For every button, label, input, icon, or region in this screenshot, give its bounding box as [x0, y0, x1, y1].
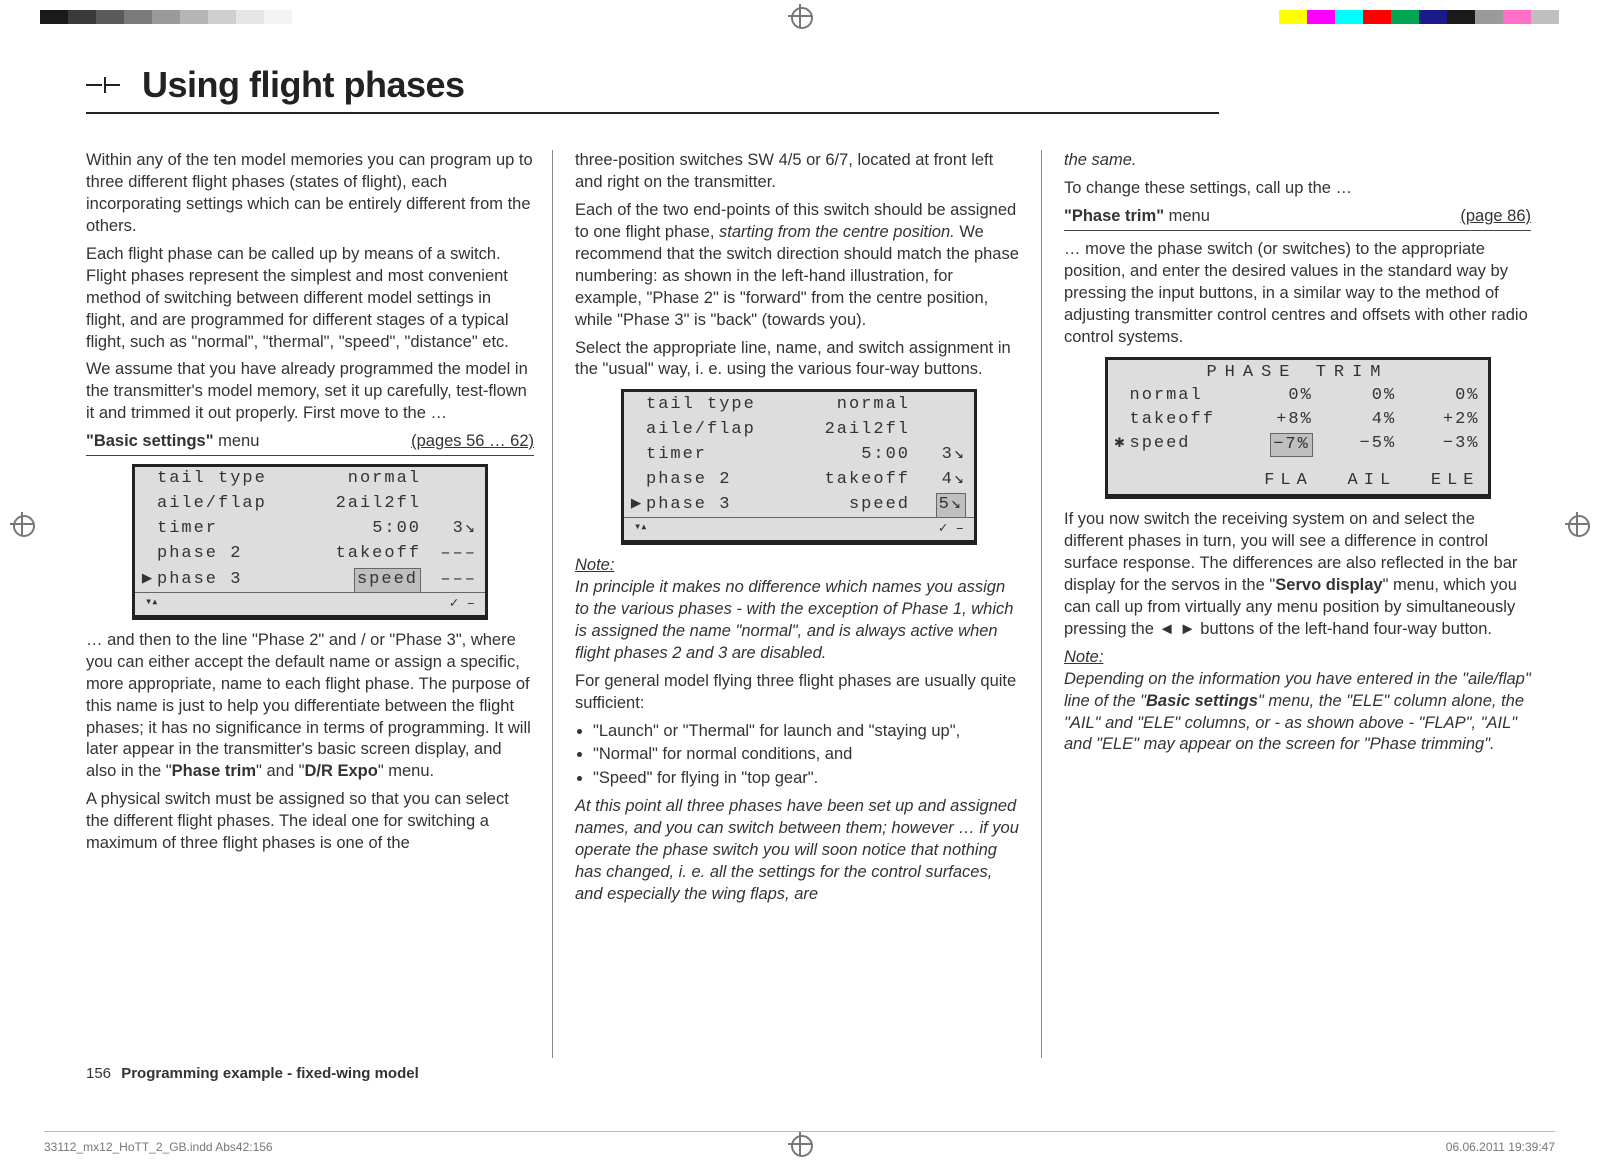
lcd-row: tail typenormal	[624, 392, 974, 417]
lcd-footer: FLAAILELE	[1108, 456, 1488, 495]
lcd-screen-phases-switched: tail typenormalaile/flap2ail2fltimer5:00…	[621, 389, 977, 545]
colorbar-left	[40, 10, 320, 24]
column-1: Within any of the ten model memories you…	[86, 150, 553, 1058]
swatch	[1447, 10, 1475, 24]
paragraph: … move the phase switch (or switches) to…	[1064, 239, 1531, 349]
swatch	[1531, 10, 1559, 24]
print-timestamp: 06.06.2011 19:39:47	[1446, 1140, 1555, 1154]
note: Note: In principle it makes no differenc…	[575, 555, 1023, 665]
menu-ref-right: (pages 56 … 62)	[411, 431, 534, 453]
menu-ref-right: (page 86)	[1460, 206, 1531, 228]
swatch	[1503, 10, 1531, 24]
swatch	[152, 10, 180, 24]
list-item: "Speed" for flying in "top gear".	[593, 768, 1023, 790]
lcd-row: ▶phase 3speed–––	[135, 567, 485, 592]
menu-reference: "Phase trim" menu (page 86)	[1064, 206, 1531, 231]
menu-reference: "Basic settings" menu (pages 56 … 62)	[86, 431, 534, 456]
paragraph: At this point all three phases have been…	[575, 796, 1023, 906]
header-rule	[86, 112, 1219, 114]
paragraph: For general model flying three flight ph…	[575, 671, 1023, 715]
paragraph: … and then to the line "Phase 2" and / o…	[86, 630, 534, 784]
paragraph: If you now switch the receiving system o…	[1064, 509, 1531, 641]
swatch	[1307, 10, 1335, 24]
paragraph: To change these settings, call up the …	[1064, 178, 1531, 200]
section-header: Using flight phases	[86, 64, 465, 106]
lcd-row: timer5:003↘	[624, 442, 974, 467]
swatch	[264, 10, 292, 24]
lcd-row: ▶phase 3speed5↘	[624, 492, 974, 517]
page-title: Using flight phases	[142, 64, 465, 106]
swatch	[180, 10, 208, 24]
page-footer-title: Programming example - fixed-wing model	[121, 1065, 419, 1082]
page-footer: 156 Programming example - fixed-wing mod…	[86, 1065, 419, 1082]
swatch	[68, 10, 96, 24]
menu-ref-left: "Basic settings" menu	[86, 431, 259, 453]
swatch	[1279, 10, 1307, 24]
lcd-header: PHASE TRIM	[1108, 360, 1488, 384]
lcd-row: phase 2takeoff4↘	[624, 467, 974, 492]
swatch	[1335, 10, 1363, 24]
print-file: 33112_mx12_HoTT_2_GB.indd Abs42:156	[44, 1140, 273, 1154]
lcd-row: tail typenormal	[135, 467, 485, 492]
section-icon	[86, 75, 120, 95]
swatch	[40, 10, 68, 24]
swatch	[96, 10, 124, 24]
paragraph: We assume that you have already programm…	[86, 359, 534, 425]
content-columns: Within any of the ten model memories you…	[86, 150, 1531, 1058]
note: Note: Depending on the information you h…	[1064, 647, 1531, 757]
paragraph: Select the appropriate line, name, and s…	[575, 338, 1023, 382]
lcd-screen-phase-trim: PHASE TRIMnormal0%0%0%takeoff+8%4%+2%✱sp…	[1105, 357, 1491, 500]
lcd-row: aile/flap2ail2fl	[135, 492, 485, 517]
colorbar-right	[1279, 10, 1559, 24]
lcd-footer: ▾▴✓ –	[135, 592, 485, 615]
lcd-screen-basic-settings: tail typenormalaile/flap2ail2fltimer5:00…	[132, 464, 488, 620]
lcd-row: normal0%0%0%	[1108, 384, 1488, 408]
menu-ref-left: "Phase trim" menu	[1064, 206, 1210, 228]
paragraph: Within any of the ten model memories you…	[86, 150, 534, 238]
print-rule	[44, 1131, 1555, 1132]
print-footer: 33112_mx12_HoTT_2_GB.indd Abs42:156 06.0…	[44, 1140, 1555, 1154]
page: Using flight phases Within any of the te…	[0, 0, 1599, 1168]
swatch	[236, 10, 264, 24]
lcd-row: aile/flap2ail2fl	[624, 417, 974, 442]
registration-mark-icon	[788, 4, 812, 28]
swatch	[1391, 10, 1419, 24]
list-item: "Normal" for normal conditions, and	[593, 744, 1023, 766]
column-3: the same. To change these settings, call…	[1064, 150, 1531, 1058]
swatch	[208, 10, 236, 24]
swatch	[1363, 10, 1391, 24]
bullet-list: "Launch" or "Thermal" for launch and "st…	[575, 721, 1023, 791]
column-2: three-position switches SW 4/5 or 6/7, l…	[575, 150, 1042, 1058]
lcd-row: timer5:003↘	[135, 517, 485, 542]
page-number: 156	[86, 1065, 111, 1082]
registration-mark-icon	[10, 512, 34, 536]
paragraph: Each of the two end-points of this switc…	[575, 200, 1023, 332]
lcd-row: phase 2takeoff–––	[135, 542, 485, 567]
paragraph: Each flight phase can be called up by me…	[86, 244, 534, 354]
swatch	[124, 10, 152, 24]
swatch	[292, 10, 320, 24]
lcd-row: ✱speed−7%−5%−3%	[1108, 432, 1488, 456]
paragraph: three-position switches SW 4/5 or 6/7, l…	[575, 150, 1023, 194]
list-item: "Launch" or "Thermal" for launch and "st…	[593, 721, 1023, 743]
registration-mark-icon	[1565, 512, 1589, 536]
swatch	[1475, 10, 1503, 24]
paragraph: the same.	[1064, 150, 1531, 172]
swatch	[1419, 10, 1447, 24]
lcd-footer: ▾▴✓ –	[624, 517, 974, 540]
paragraph: A physical switch must be assigned so th…	[86, 789, 534, 855]
lcd-row: takeoff+8%4%+2%	[1108, 408, 1488, 432]
